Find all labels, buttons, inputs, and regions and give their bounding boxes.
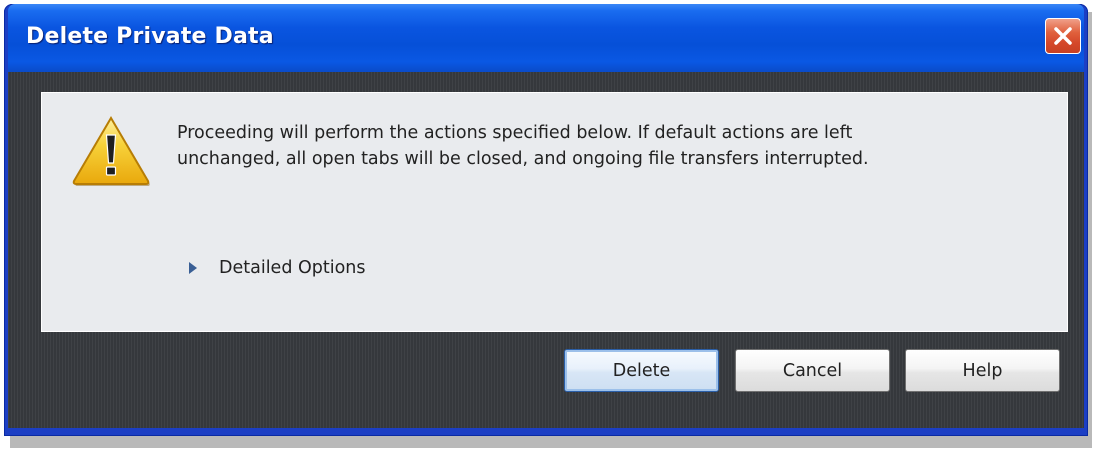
cancel-button[interactable]: Cancel [735, 349, 890, 392]
warning-icon [72, 116, 150, 186]
detailed-options-expander[interactable]: Detailed Options [187, 255, 366, 281]
dialog-message: Proceeding will perform the actions spec… [177, 120, 1037, 172]
close-icon [1054, 27, 1072, 45]
help-button[interactable]: Help [905, 349, 1060, 392]
title-bar[interactable]: Delete Private Data [8, 4, 1084, 72]
close-button[interactable] [1045, 18, 1081, 54]
dialog-client-area: Proceeding will perform the actions spec… [8, 72, 1084, 428]
triangle-right-icon [189, 262, 197, 274]
window-title: Delete Private Data [26, 24, 274, 49]
message-panel: Proceeding will perform the actions spec… [41, 92, 1068, 332]
message-line-2: unchanged, all open tabs will be closed,… [177, 149, 869, 169]
detailed-options-label: Detailed Options [219, 258, 366, 278]
delete-button[interactable]: Delete [564, 349, 719, 392]
message-line-1: Proceeding will perform the actions spec… [177, 123, 853, 143]
dialog-window: Delete Private Data Proceeding will perf… [4, 4, 1088, 436]
